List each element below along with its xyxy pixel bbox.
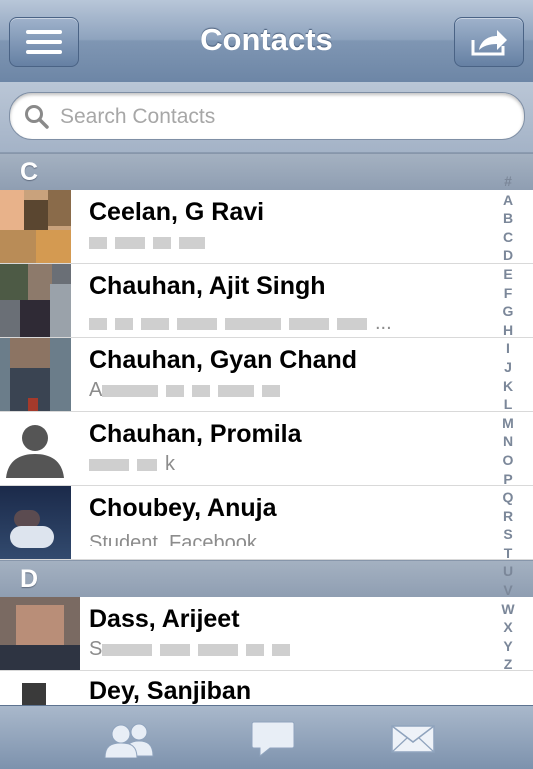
index-letter[interactable]: M [495,414,521,433]
navigation-bar: Contacts [0,0,533,83]
index-letter[interactable]: Y [495,637,521,656]
search-icon [25,105,49,129]
contact-row[interactable]: Chauhan, Promila k [0,412,533,486]
search-input[interactable] [58,101,512,133]
index-letter[interactable]: T [495,544,521,563]
search-field[interactable] [9,92,525,140]
tab-bar [0,705,533,769]
index-letter[interactable]: W [495,600,521,619]
contact-name: Dass, Arijeet [89,605,240,633]
search-bar [0,82,533,153]
contact-photo [0,486,71,559]
share-icon [471,30,507,56]
section-letter: C [20,158,39,186]
contact-row[interactable]: Chauhan, Gyan Chand A [0,338,533,412]
index-letter[interactable]: S [495,525,521,544]
contact-row[interactable]: Ceelan, G Ravi [0,190,533,264]
index-letter[interactable]: U [495,562,521,581]
contact-detail: k [89,453,175,476]
envelope-icon [391,725,435,753]
index-letter[interactable]: A [495,191,521,210]
tab-mail[interactable] [318,706,495,769]
contact-row[interactable]: Choubey, Anuja Student, Facebook [0,486,533,560]
index-letter[interactable]: X [495,618,521,637]
contact-photo [0,412,71,485]
contact-name: Dey, Sanjiban [89,677,252,705]
index-letter[interactable]: C [495,228,521,247]
index-letter[interactable]: B [495,209,521,228]
contact-detail: A [89,379,288,402]
contact-name: Choubey, Anuja [89,494,277,522]
index-letter[interactable]: Z [495,655,521,674]
contact-name: Chauhan, Ajit Singh [89,272,326,300]
index-letter[interactable]: # [495,172,521,191]
share-button[interactable] [454,17,524,67]
contact-name: Chauhan, Gyan Chand [89,346,358,374]
default-avatar-icon [0,412,71,485]
index-letter[interactable]: D [495,246,521,265]
section-header-d: D [0,560,533,598]
people-icon [104,723,154,758]
contact-row[interactable]: Chauhan, Ajit Singh ... [0,264,533,338]
section-header-c: C [0,153,533,191]
alphabet-index[interactable]: # A B C D E F G H I J K L M N O P Q R S T U V W X Y Z [495,172,521,674]
contact-row[interactable]: Dass, Arijeet S [0,597,533,671]
contact-photo [0,190,71,263]
index-letter[interactable]: G [495,302,521,321]
contact-photo [0,338,71,411]
index-letter[interactable]: I [495,339,521,358]
chat-bubble-icon [251,721,295,758]
contact-detail [89,231,213,254]
index-letter[interactable]: O [495,451,521,470]
index-letter[interactable]: E [495,265,521,284]
contact-name: Chauhan, Promila [89,420,302,448]
section-letter: D [20,565,39,593]
contact-detail: ... [89,312,392,335]
index-letter[interactable]: N [495,432,521,451]
index-letter[interactable]: R [495,507,521,526]
contact-detail: Student, Facebook [89,532,257,546]
index-letter[interactable]: Q [495,488,521,507]
index-letter[interactable]: F [495,284,521,303]
index-letter[interactable]: H [495,321,521,340]
index-letter[interactable]: V [495,581,521,600]
contact-detail: S [89,638,298,661]
contact-photo [0,264,71,337]
index-letter[interactable]: L [495,395,521,414]
index-letter[interactable]: K [495,377,521,396]
index-letter[interactable]: J [495,358,521,377]
index-letter[interactable]: P [495,470,521,489]
contact-photo [0,597,80,670]
contact-name: Ceelan, G Ravi [89,198,265,226]
